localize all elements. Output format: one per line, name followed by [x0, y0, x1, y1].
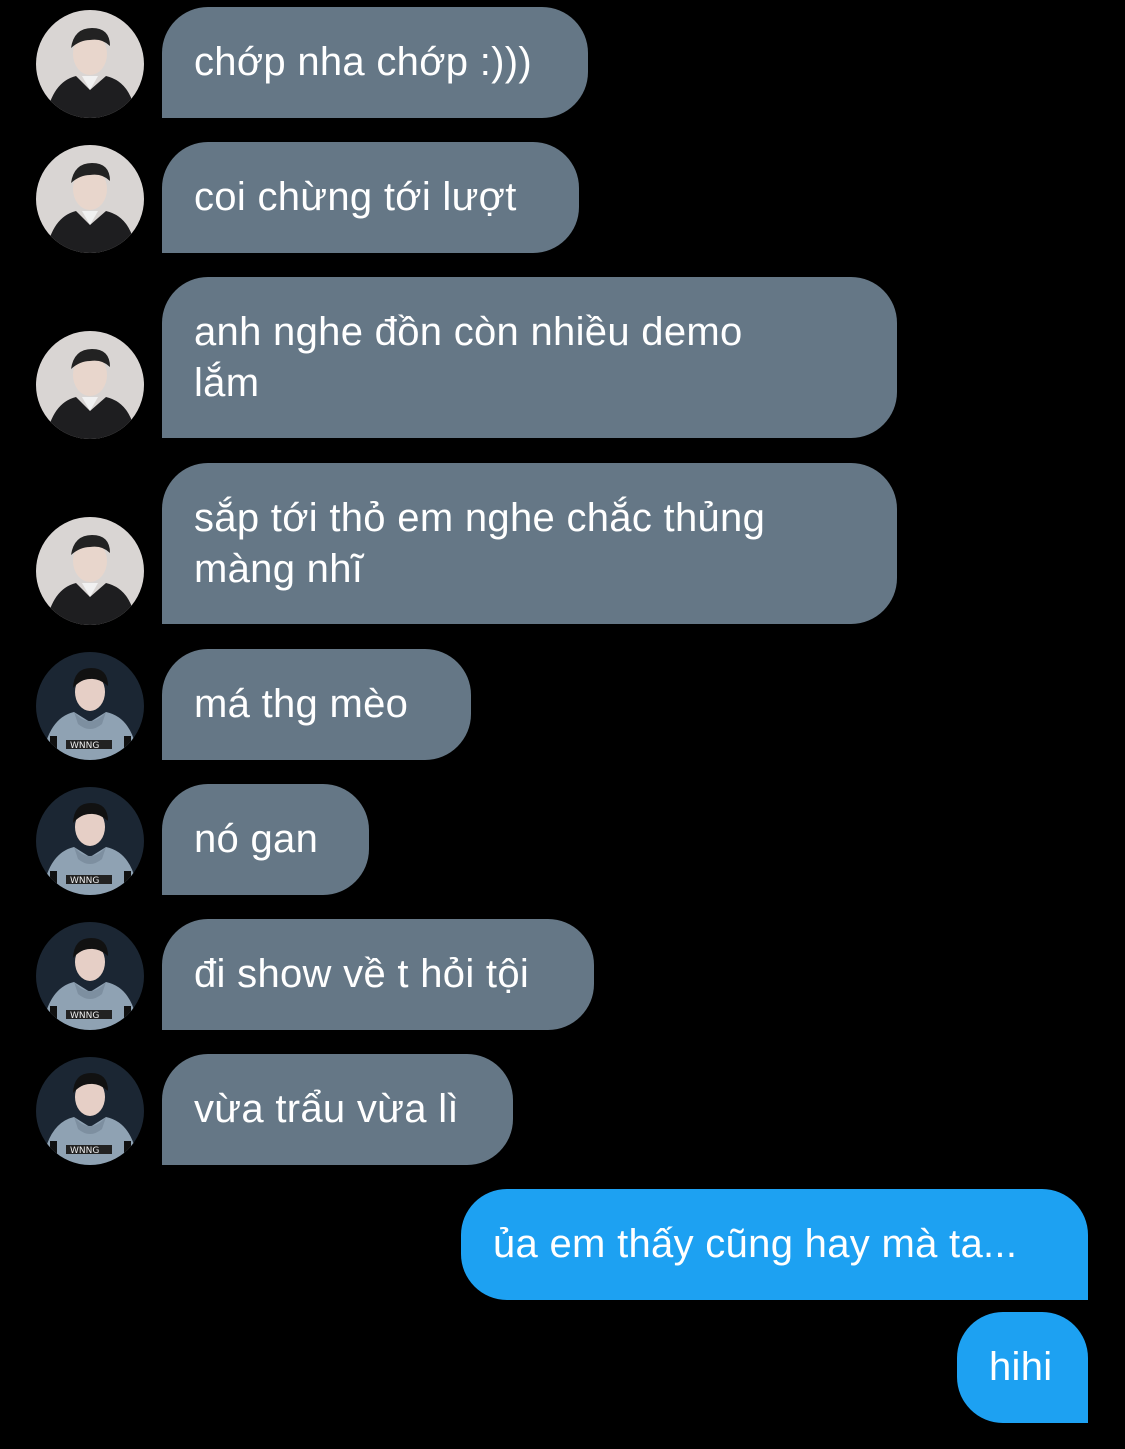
avatar[interactable] [36, 922, 144, 1030]
message-bubble-incoming[interactable]: má thg mèo [162, 649, 471, 760]
profile-photo-icon [36, 331, 144, 439]
message-bubble-incoming[interactable]: chớp nha chớp :))) [162, 7, 588, 118]
message-bubble-incoming[interactable]: sắp tới thỏ em nghe chắc thủng màng nhĩ [162, 463, 897, 624]
avatar[interactable] [36, 145, 144, 253]
message-bubble-incoming[interactable]: nó gan [162, 784, 369, 895]
profile-photo-icon [36, 652, 144, 760]
profile-photo-icon [36, 517, 144, 625]
message-bubble-incoming[interactable]: anh nghe đồn còn nhiều demo lắm [162, 277, 897, 438]
message-bubble-incoming[interactable]: đi show về t hỏi tội [162, 919, 594, 1030]
message-bubble-incoming[interactable]: coi chừng tới lượt [162, 142, 579, 253]
profile-photo-icon [36, 10, 144, 118]
avatar[interactable] [36, 1057, 144, 1165]
avatar[interactable] [36, 331, 144, 439]
profile-photo-icon [36, 145, 144, 253]
profile-photo-icon [36, 787, 144, 895]
profile-photo-icon [36, 922, 144, 1030]
message-bubble-outgoing[interactable]: ủa em thấy cũng hay mà ta... [461, 1189, 1088, 1300]
message-bubble-incoming[interactable]: vừa trẩu vừa lì [162, 1054, 513, 1165]
profile-photo-icon [36, 1057, 144, 1165]
avatar[interactable] [36, 10, 144, 118]
avatar[interactable] [36, 517, 144, 625]
message-bubble-outgoing[interactable]: hihi [957, 1312, 1088, 1423]
avatar[interactable] [36, 787, 144, 895]
avatar[interactable] [36, 652, 144, 760]
